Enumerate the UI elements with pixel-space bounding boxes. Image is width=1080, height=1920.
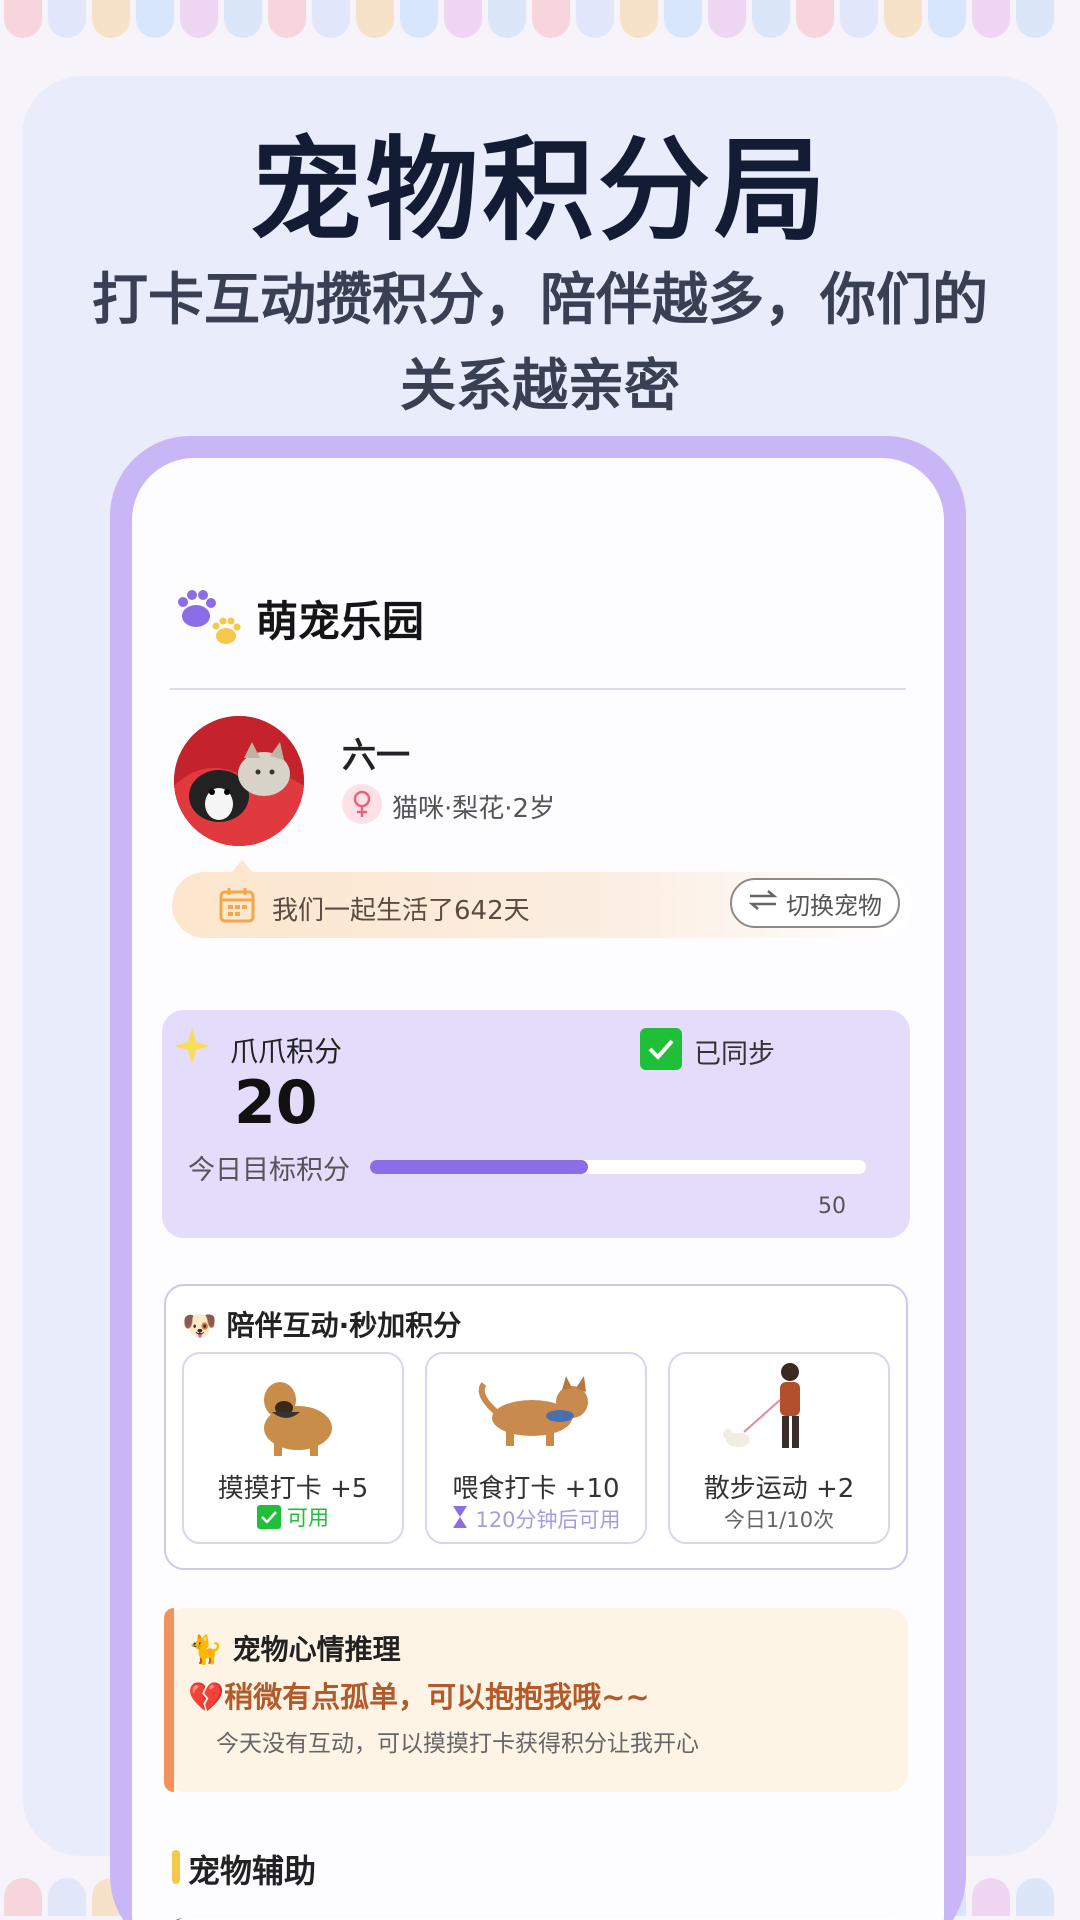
decorative-dot [444, 0, 482, 38]
decorative-dot [48, 0, 86, 38]
decorative-dot [532, 0, 570, 38]
decorative-dot [356, 0, 394, 38]
walking-person-icon [720, 1360, 840, 1464]
interaction-title: 🐶 陪伴互动·秒加积分 [182, 1309, 462, 1342]
points-value: 20 [234, 1068, 318, 1138]
decorative-dot [796, 0, 834, 38]
mood-title-text: 宠物心情推理 [232, 1633, 401, 1666]
swap-icon [748, 889, 778, 917]
tile-feeding-label: 喂食打卡 +10 [452, 1474, 620, 1504]
promo-subline: 打卡互动攒积分，陪伴越多，你们的关系越亲密 [92, 268, 988, 419]
tile-pet-touch-status-text: 可用 [287, 1506, 329, 1530]
mood-headline-text: 稍微有点孤单，可以抱抱我哦~~ [224, 1680, 650, 1714]
decorative-dot [972, 1878, 1010, 1916]
decorative-dot [664, 0, 702, 38]
hourglass-icon [451, 1505, 469, 1534]
decorative-dot [224, 0, 262, 38]
pet-name: 六一 [342, 736, 410, 776]
tile-walking-status: 今日1/10次 [723, 1508, 835, 1532]
tile-pet-touch-label: 摸摸打卡 +5 [217, 1474, 369, 1504]
mood-accent-bar [164, 1608, 174, 1792]
cat-eating-icon [476, 1374, 596, 1458]
switch-pet-label: 切换宠物 [786, 891, 882, 920]
decorative-dot [180, 0, 218, 38]
goal-label: 今日目标积分 [188, 1155, 350, 1186]
app-header: 萌宠乐园 [174, 586, 424, 650]
decorative-dot [400, 0, 438, 38]
together-banner-pointer [230, 860, 254, 874]
points-label: 爪爪积分 [230, 1035, 343, 1068]
decorative-dot [136, 0, 174, 38]
decorative-dot [268, 0, 306, 38]
calendar-icon [218, 886, 256, 924]
decorative-dot [576, 0, 614, 38]
paw-icon [174, 586, 246, 650]
app-title: 萌宠乐园 [256, 596, 425, 646]
decorative-dot [488, 0, 526, 38]
together-days-text: 我们一起生活了642天 [272, 896, 530, 926]
tile-feeding-status-text: 120分钟后可用 [475, 1508, 621, 1532]
tile-walking-label: 散步运动 +2 [703, 1474, 855, 1504]
decorative-dot [48, 1878, 86, 1916]
header-divider [170, 688, 906, 690]
promo-headline: 宠物积分局 [250, 126, 830, 256]
decorative-dot [1016, 1878, 1054, 1916]
decorative-dot [312, 0, 350, 38]
assist-title: 宠物辅助 [188, 1852, 317, 1890]
interaction-title-text: 陪伴互动·秒加积分 [226, 1309, 462, 1342]
decorative-dot [1016, 0, 1054, 38]
decorative-dot [620, 0, 658, 38]
goal-max-value: 50 [818, 1194, 846, 1219]
mood-title: 🐈 宠物心情推理 [188, 1633, 401, 1666]
phone-frame: 萌宠乐园 六一 猫咪·梨花·2岁 我们一起生活了642天 切换宠物 爪爪积分 2… [110, 436, 966, 1920]
tile-feeding-status: 120分钟后可用 [425, 1504, 647, 1534]
synced-check-icon [640, 1028, 682, 1070]
decorative-dot [4, 0, 42, 38]
pet-info: 猫咪·梨花·2岁 [392, 794, 556, 824]
decorative-dot [840, 0, 878, 38]
check-icon [257, 1505, 281, 1529]
decorative-top-border [0, 0, 1080, 40]
pet-avatar[interactable] [174, 716, 304, 846]
switch-pet-button[interactable]: 切换宠物 [730, 878, 900, 928]
decorative-dot [4, 1878, 42, 1916]
decorative-dot [972, 0, 1010, 38]
decorative-dot [708, 0, 746, 38]
tile-pet-touch-status: 可用 [182, 1502, 404, 1532]
goal-progress-fill [370, 1160, 588, 1174]
decorative-dot [752, 0, 790, 38]
mood-description: 今天没有互动，可以摸摸打卡获得积分让我开心 [216, 1731, 699, 1757]
synced-label: 已同步 [694, 1039, 775, 1070]
dog-icon [240, 1366, 346, 1466]
assist-accent-bar [172, 1850, 180, 1884]
decorative-dot [92, 0, 130, 38]
female-icon [342, 784, 382, 824]
mood-headline: 💔稍微有点孤单，可以抱抱我哦~~ [188, 1680, 650, 1714]
decorative-dot [884, 0, 922, 38]
sparkle-icon [172, 1026, 212, 1066]
phone-screen: 萌宠乐园 六一 猫咪·梨花·2岁 我们一起生活了642天 切换宠物 爪爪积分 2… [132, 458, 944, 1920]
decorative-dot [928, 0, 966, 38]
